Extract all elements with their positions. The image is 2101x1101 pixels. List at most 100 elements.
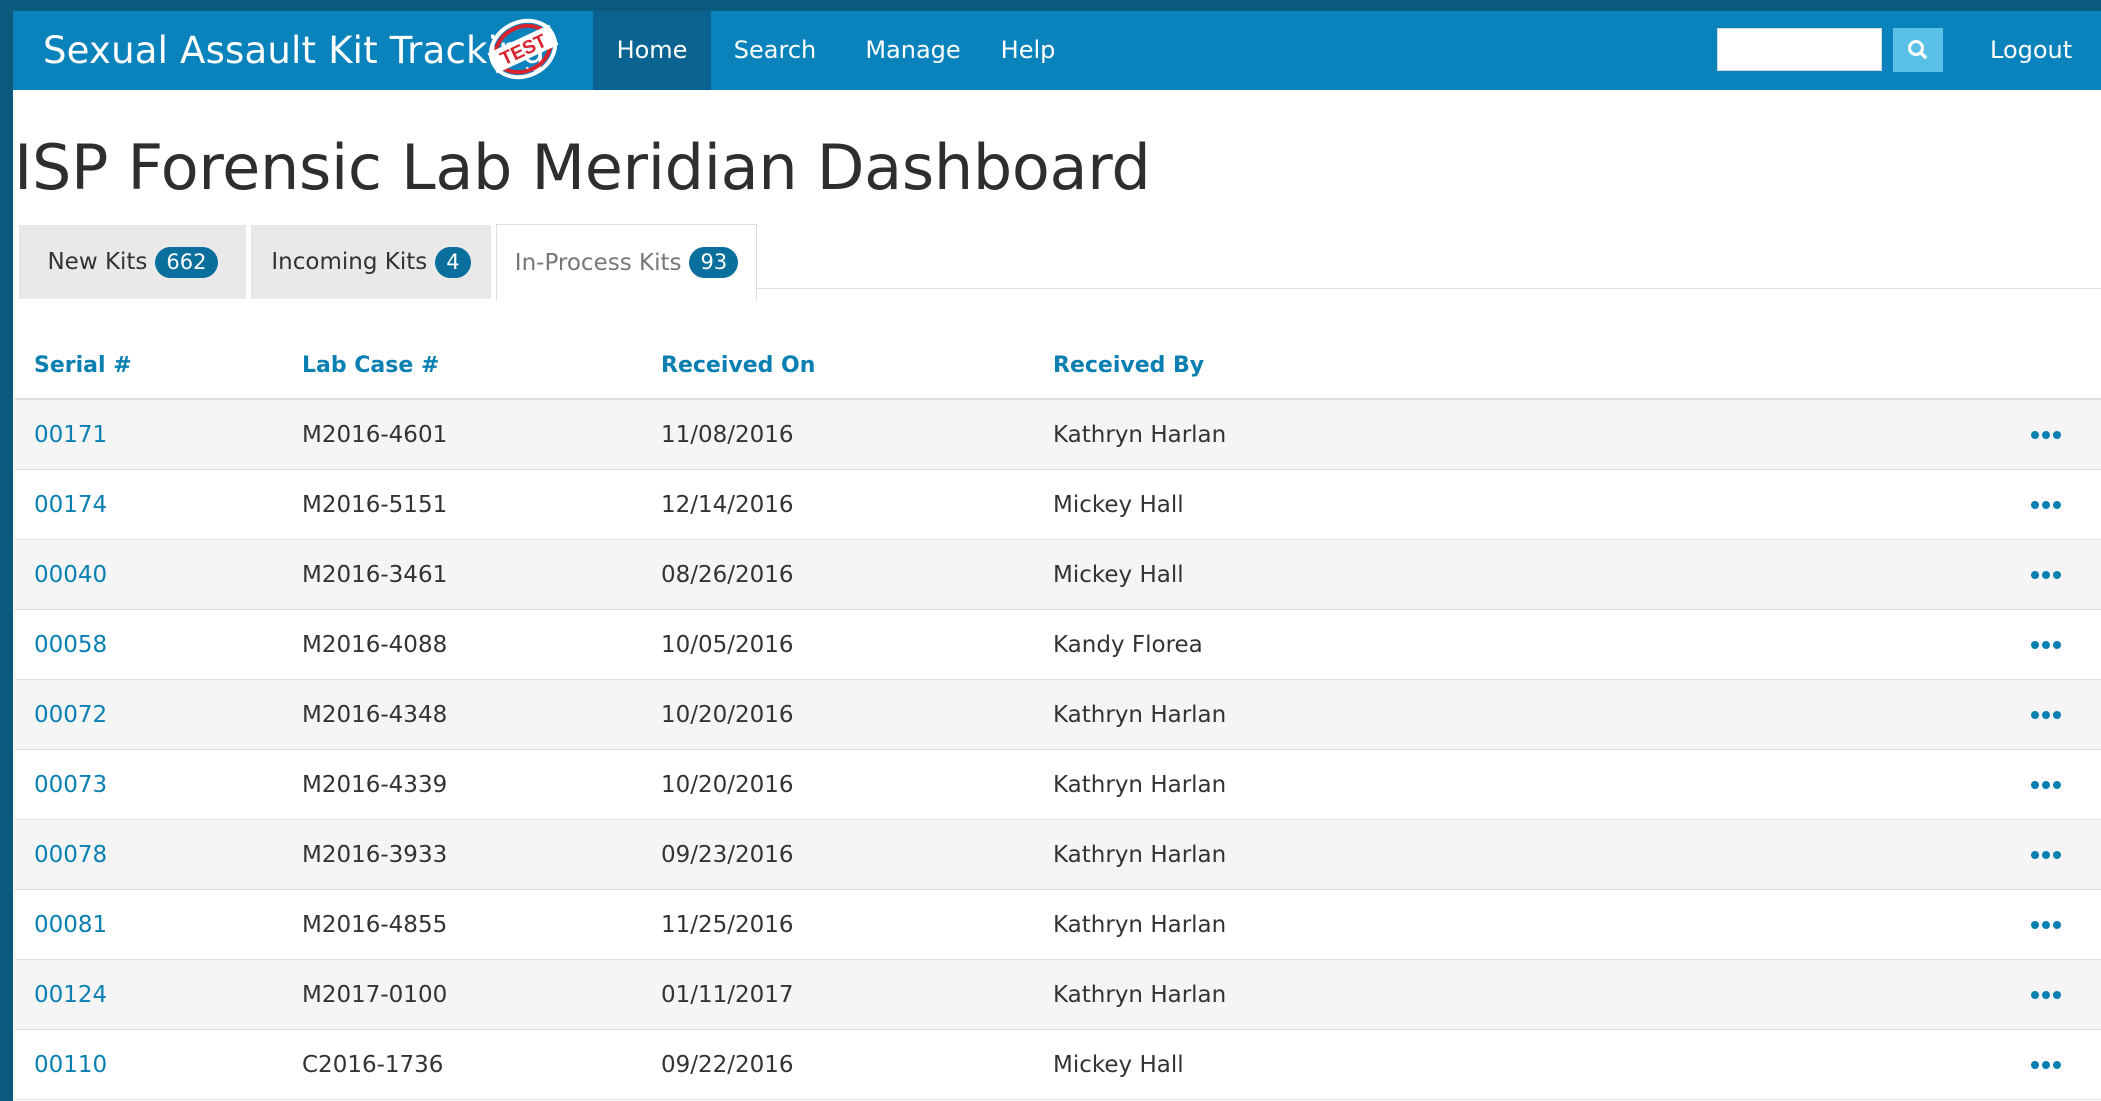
row-actions-button[interactable] [2028,988,2064,1002]
row-actions-button[interactable] [2028,708,2064,722]
column-header-lab-case[interactable]: Lab Case # [302,353,439,378]
received-on-cell: 10/05/2016 [661,632,794,658]
table-row: 00124 M2017-0100 01/11/2017 Kathryn Harl… [15,960,2101,1030]
tab-label: Incoming Kits [271,249,428,275]
received-on-cell: 12/14/2016 [661,492,794,518]
serial-link[interactable]: 00073 [34,750,107,820]
table-row: 00040 M2016-3461 08/26/2016 Mickey Hall [15,540,2101,610]
received-on-cell: 01/11/2017 [661,982,794,1008]
lab-case-cell: M2016-4601 [302,422,448,448]
tab-label: In-Process Kits [514,249,682,276]
page-title: ISP Forensic Lab Meridian Dashboard [14,131,1151,204]
lab-case-cell: M2016-4339 [302,772,448,798]
kits-table: Serial # Lab Case # Received On Received… [15,341,2101,1100]
more-dots-icon [2031,1061,2061,1069]
more-dots-icon [2031,501,2061,509]
nav-manage[interactable]: Manage [854,11,972,90]
more-dots-icon [2031,991,2061,999]
received-on-cell: 11/08/2016 [661,422,794,448]
search-icon [1908,40,1927,59]
row-actions-button[interactable] [2028,638,2064,652]
lab-case-cell: M2016-4348 [302,702,448,728]
lab-case-cell: M2016-4088 [302,632,448,658]
count-badge: 662 [155,246,218,278]
row-actions-button[interactable] [2028,428,2064,442]
lab-case-cell: M2016-3461 [302,562,448,588]
tab-incoming-kits[interactable]: Incoming Kits 4 [251,225,491,299]
count-badge: 4 [435,246,471,278]
tab-in-process-kits[interactable]: In-Process Kits 93 [496,224,757,300]
row-actions-button[interactable] [2028,1058,2064,1072]
received-on-cell: 11/25/2016 [661,912,794,938]
nav-home[interactable]: Home [593,11,711,90]
search-button[interactable] [1893,28,1943,72]
more-dots-icon [2031,431,2061,439]
serial-link[interactable]: 00081 [34,890,107,960]
serial-link[interactable]: 00174 [34,470,107,540]
column-header-received-on[interactable]: Received On [661,353,815,378]
received-on-cell: 09/22/2016 [661,1052,794,1078]
row-actions-button[interactable] [2028,918,2064,932]
received-by-cell: Kandy Florea [1053,632,1203,658]
more-dots-icon [2031,781,2061,789]
received-by-cell: Mickey Hall [1053,1052,1184,1078]
lab-case-cell: M2016-4855 [302,912,448,938]
lab-case-cell: M2017-0100 [302,982,448,1008]
tabs-divider [756,288,2101,289]
test-stamp-icon: TEST [487,18,559,80]
row-actions-button[interactable] [2028,568,2064,582]
received-by-cell: Mickey Hall [1053,492,1184,518]
page: Sexual Assault Kit Tracking TEST Home Se… [13,11,2101,1101]
table-row: 00072 M2016-4348 10/20/2016 Kathryn Harl… [15,680,2101,750]
more-dots-icon [2031,921,2061,929]
received-on-cell: 10/20/2016 [661,772,794,798]
received-by-cell: Kathryn Harlan [1053,702,1227,728]
nav-search[interactable]: Search [716,11,834,90]
row-actions-button[interactable] [2028,498,2064,512]
row-actions-button[interactable] [2028,848,2064,862]
received-on-cell: 09/23/2016 [661,842,794,868]
table-row: 00171 M2016-4601 11/08/2016 Kathryn Harl… [15,400,2101,470]
nav-help[interactable]: Help [982,11,1074,90]
tab-new-kits[interactable]: New Kits 662 [19,225,246,299]
serial-link[interactable]: 00040 [34,540,107,610]
table-row: 00174 M2016-5151 12/14/2016 Mickey Hall [15,470,2101,540]
received-on-cell: 10/20/2016 [661,702,794,728]
search-input[interactable] [1717,28,1882,71]
lab-case-cell: M2016-5151 [302,492,448,518]
received-by-cell: Kathryn Harlan [1053,982,1227,1008]
serial-link[interactable]: 00124 [34,960,107,1030]
serial-link[interactable]: 00058 [34,610,107,680]
column-header-serial[interactable]: Serial # [34,353,132,378]
received-on-cell: 08/26/2016 [661,562,794,588]
lab-case-cell: C2016-1736 [302,1052,444,1078]
table-body: 00171 M2016-4601 11/08/2016 Kathryn Harl… [15,400,2101,1100]
tab-label: New Kits [47,249,148,275]
table-row: 00081 M2016-4855 11/25/2016 Kathryn Harl… [15,890,2101,960]
received-by-cell: Kathryn Harlan [1053,912,1227,938]
column-header-received-by[interactable]: Received By [1053,353,1204,378]
count-badge: 93 [689,247,739,278]
table-row: 00058 M2016-4088 10/05/2016 Kandy Florea [15,610,2101,680]
serial-link[interactable]: 00072 [34,680,107,750]
table-header: Serial # Lab Case # Received On Received… [15,341,2101,400]
received-by-cell: Mickey Hall [1053,562,1184,588]
serial-link[interactable]: 00171 [34,400,107,470]
more-dots-icon [2031,571,2061,579]
brand-title[interactable]: Sexual Assault Kit Tracking [43,11,545,90]
lab-case-cell: M2016-3933 [302,842,448,868]
more-dots-icon [2031,851,2061,859]
received-by-cell: Kathryn Harlan [1053,422,1227,448]
table-row: 00110 C2016-1736 09/22/2016 Mickey Hall [15,1030,2101,1100]
more-dots-icon [2031,641,2061,649]
row-actions-button[interactable] [2028,778,2064,792]
table-row: 00078 M2016-3933 09/23/2016 Kathryn Harl… [15,820,2101,890]
more-dots-icon [2031,711,2061,719]
top-navbar: Sexual Assault Kit Tracking TEST Home Se… [13,11,2101,90]
received-by-cell: Kathryn Harlan [1053,842,1227,868]
window-frame: Sexual Assault Kit Tracking TEST Home Se… [0,0,2101,1101]
logout-link[interactable]: Logout [1990,11,2072,90]
serial-link[interactable]: 00078 [34,820,107,890]
serial-link[interactable]: 00110 [34,1030,107,1100]
table-row: 00073 M2016-4339 10/20/2016 Kathryn Harl… [15,750,2101,820]
